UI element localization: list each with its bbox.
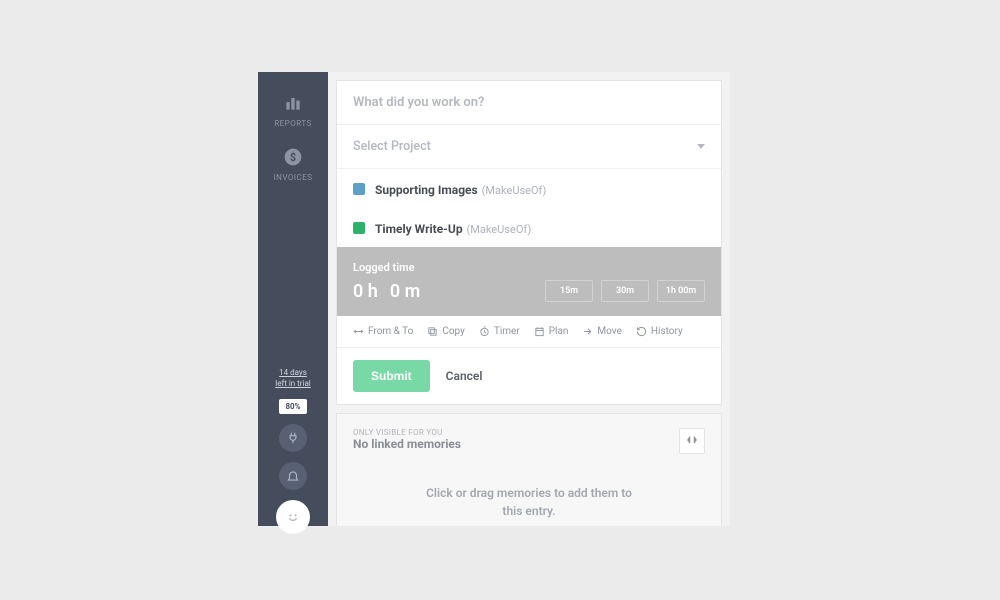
project-color-swatch <box>353 222 365 234</box>
project-name: Supporting Images <box>375 183 478 197</box>
trial-line: left in trial <box>275 379 311 388</box>
logged-time-block: Logged time 0 h 0 m 15m 30m 1h 00m <box>337 247 721 316</box>
sidebar-item-label: REPORTS <box>274 119 312 128</box>
project-client: (MakeUseOf) <box>467 223 532 236</box>
memories-settings-button[interactable] <box>679 428 705 454</box>
time-entry-card: What did you work on? Select Project Sup… <box>336 80 722 405</box>
quick-time-15m[interactable]: 15m <box>545 280 593 302</box>
svg-text:$: $ <box>290 151 296 164</box>
action-label: From & To <box>368 326 413 337</box>
sidebar-item-invoices[interactable]: $ INVOICES <box>273 146 312 182</box>
smiley-icon <box>283 507 303 527</box>
memories-eyebrow: ONLY VISIBLE FOR YOU <box>353 428 461 437</box>
brain-icon <box>685 434 699 448</box>
dollar-circle-icon: $ <box>282 146 304 168</box>
quick-time-1h[interactable]: 1h 00m <box>657 280 705 302</box>
memories-empty-line: this entry. <box>502 504 555 518</box>
task-input[interactable]: What did you work on? <box>337 81 721 125</box>
entry-actions-row: From & To Copy Timer Plan Move <box>337 316 721 348</box>
progress-badge[interactable]: 80% <box>279 399 306 414</box>
action-label: Move <box>597 326 621 337</box>
action-label: Plan <box>549 326 569 337</box>
logged-minutes: 0 m <box>390 281 420 302</box>
sidebar-item-reports[interactable]: REPORTS <box>274 92 312 128</box>
cancel-button[interactable]: Cancel <box>446 369 483 383</box>
trial-status-link[interactable]: 14 days left in trial <box>275 368 311 389</box>
sidebar: REPORTS $ INVOICES 14 days left in trial… <box>258 72 328 526</box>
action-plan[interactable]: Plan <box>534 326 569 337</box>
project-client: (MakeUseOf) <box>482 184 547 197</box>
chevron-down-icon <box>697 144 705 149</box>
notifications-button[interactable] <box>279 462 307 490</box>
project-name: Timely Write-Up <box>375 222 463 236</box>
plug-button[interactable] <box>279 424 307 452</box>
action-label: Copy <box>442 326 465 337</box>
project-option-supporting-images[interactable]: Supporting Images (MakeUseOf) <box>337 169 721 208</box>
select-project-label: Select Project <box>353 139 431 154</box>
project-color-swatch <box>353 183 365 195</box>
memories-card: ONLY VISIBLE FOR YOU No linked memories … <box>336 413 722 526</box>
bar-chart-icon <box>282 92 304 114</box>
task-input-placeholder: What did you work on? <box>353 95 705 110</box>
user-avatar[interactable] <box>276 500 310 534</box>
logged-hours: 0 h <box>353 281 378 302</box>
submit-button[interactable]: Submit <box>353 360 430 392</box>
logged-time-label: Logged time <box>353 261 705 274</box>
select-project-dropdown[interactable]: Select Project <box>337 125 721 169</box>
action-from-to[interactable]: From & To <box>353 326 413 337</box>
trial-line: 14 days <box>279 368 307 377</box>
action-label: Timer <box>494 326 520 337</box>
main-panel: What did you work on? Select Project Sup… <box>328 72 730 526</box>
action-timer[interactable]: Timer <box>479 326 520 337</box>
memories-empty-state[interactable]: Click or drag memories to add them to th… <box>353 484 705 520</box>
app-window: REPORTS $ INVOICES 14 days left in trial… <box>258 72 730 526</box>
memories-empty-line: Click or drag memories to add them to <box>426 486 632 500</box>
action-history[interactable]: History <box>636 326 683 337</box>
sidebar-item-label: INVOICES <box>273 173 312 182</box>
quick-time-30m[interactable]: 30m <box>601 280 649 302</box>
action-label: History <box>651 326 683 337</box>
action-move[interactable]: Move <box>582 326 621 337</box>
memories-title: No linked memories <box>353 437 461 451</box>
action-copy[interactable]: Copy <box>427 326 465 337</box>
submit-row: Submit Cancel <box>337 348 721 404</box>
project-option-timely-write-up[interactable]: Timely Write-Up (MakeUseOf) <box>337 208 721 247</box>
logged-time-value[interactable]: 0 h 0 m <box>353 281 420 302</box>
